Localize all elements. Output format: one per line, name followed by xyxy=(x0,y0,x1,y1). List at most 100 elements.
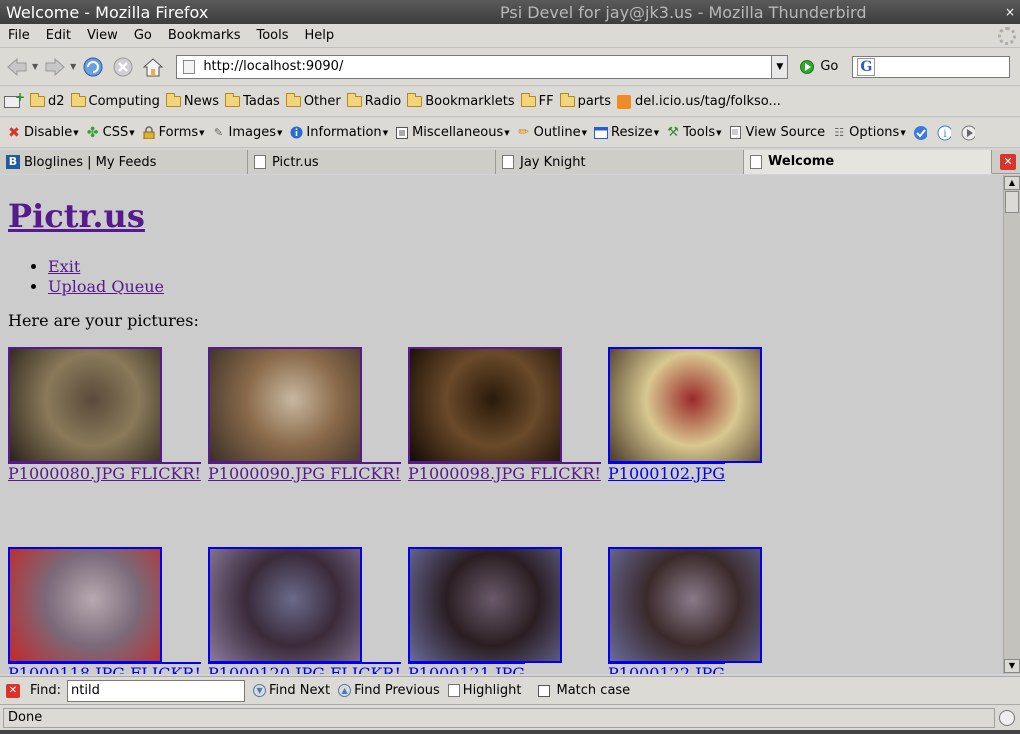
picture-item[interactable]: P1000121.JPG xyxy=(408,547,562,674)
close-find-bar-icon[interactable]: ✕ xyxy=(6,683,20,698)
webdev-forms-menu[interactable]: Forms ▼ xyxy=(142,125,205,140)
picture-thumbnail[interactable] xyxy=(208,347,362,463)
menu-bookmarks[interactable]: Bookmarks xyxy=(160,28,249,43)
tab-jay-knight[interactable]: Jay Knight xyxy=(496,150,744,174)
picture-thumbnail[interactable] xyxy=(408,547,562,663)
webdev-outline-menu[interactable]: ✏ Outline ▼ xyxy=(517,125,587,140)
upload-queue-link[interactable]: Upload Queue xyxy=(48,277,164,296)
menu-help[interactable]: Help xyxy=(297,28,343,43)
picture-caption-link[interactable]: P1000090.JPG FLICKR! xyxy=(208,462,401,483)
picture-thumbnail[interactable] xyxy=(208,547,362,663)
bookmark-folder-other[interactable]: Other xyxy=(285,93,341,109)
webdev-tools-menu[interactable]: ⚒ Tools ▼ xyxy=(666,125,721,140)
tab-bloglines[interactable]: B Bloglines | My Feeds xyxy=(0,150,248,174)
forward-history-dropdown-icon[interactable]: ▼ xyxy=(70,62,76,71)
find-previous-button[interactable]: ▲ Find Previous xyxy=(338,683,440,698)
reload-button[interactable] xyxy=(80,54,106,80)
bookmark-folder-ff[interactable]: FF xyxy=(520,93,554,109)
back-button[interactable] xyxy=(4,54,30,80)
picture-caption-link[interactable]: P1000118.JPG FLICKR! xyxy=(8,662,201,674)
bookmark-live-feed-delicious[interactable]: del.icio.us/tag/folkso... xyxy=(617,94,781,109)
webdev-miscellaneous-menu[interactable]: Miscellaneous ▼ xyxy=(395,125,510,140)
google-search-engine-icon[interactable]: G xyxy=(857,57,876,76)
find-next-button[interactable]: ▼ Find Next xyxy=(253,683,330,698)
folder-icon xyxy=(30,93,45,107)
picture-item[interactable]: P1000118.JPG FLICKR! xyxy=(8,547,201,674)
picture-caption-link[interactable]: P1000080.JPG FLICKR! xyxy=(8,462,201,483)
forward-arrow-icon xyxy=(45,57,65,76)
dropdown-arrow-icon: ▼ xyxy=(716,128,722,137)
resize-window-icon xyxy=(594,126,609,140)
picture-item[interactable]: P1000122.JPG xyxy=(608,547,762,674)
webdev-information-menu[interactable]: Information ▼ xyxy=(289,125,388,140)
match-case-option[interactable]: Match case xyxy=(530,683,630,698)
picture-thumbnail[interactable] xyxy=(408,347,562,463)
picture-caption-link[interactable]: P1000098.JPG FLICKR! xyxy=(408,462,601,483)
url-history-dropdown-icon[interactable]: ▼ xyxy=(772,54,789,79)
validate-check-button[interactable] xyxy=(913,125,930,140)
bookmark-folder-parts[interactable]: parts xyxy=(559,93,612,109)
menu-view[interactable]: View xyxy=(79,28,126,43)
scroll-down-arrow-icon[interactable]: ▼ xyxy=(1004,659,1020,673)
new-bookmark-icon[interactable] xyxy=(4,90,25,108)
window-close-icon[interactable]: × xyxy=(1000,2,1020,22)
tab-pictr[interactable]: Pictr.us xyxy=(248,150,496,174)
picture-item[interactable]: P1000102.JPG xyxy=(608,347,762,485)
picture-thumbnail[interactable] xyxy=(8,547,162,663)
webdev-disable-menu[interactable]: ✖ Disable ▼ xyxy=(7,125,79,141)
close-tab-icon[interactable]: ✕ xyxy=(1000,154,1016,170)
picture-item[interactable]: P1000120.JPG FLICKR! xyxy=(208,547,401,674)
highlight-button[interactable]: Highlight xyxy=(447,683,522,698)
webdev-resize-menu[interactable]: Resize ▼ xyxy=(594,125,659,140)
menu-go[interactable]: Go xyxy=(126,28,160,43)
stop-button[interactable] xyxy=(110,54,136,80)
menu-file[interactable]: File xyxy=(0,28,38,43)
picture-item[interactable]: P1000098.JPG FLICKR! xyxy=(408,347,601,485)
bookmark-label: del.icio.us/tag/folkso... xyxy=(635,94,781,109)
bookmark-folder-bookmarklets[interactable]: Bookmarklets xyxy=(407,93,515,109)
picture-thumbnail[interactable] xyxy=(608,347,762,463)
find-input[interactable] xyxy=(67,679,246,702)
picture-item[interactable]: P1000080.JPG FLICKR! xyxy=(8,347,201,485)
url-bar[interactable] xyxy=(176,54,773,79)
bookmark-folder-tadas[interactable]: Tadas xyxy=(225,93,280,109)
menu-tools[interactable]: Tools xyxy=(248,28,296,43)
picture-caption-link[interactable]: P1000121.JPG xyxy=(408,662,526,674)
menu-edit[interactable]: Edit xyxy=(38,28,79,43)
scrollbar-thumb[interactable] xyxy=(1005,191,1019,213)
play-button[interactable] xyxy=(961,125,978,140)
bookmark-folder-news[interactable]: News xyxy=(165,93,219,109)
picture-thumbnail[interactable] xyxy=(608,547,762,663)
url-input[interactable] xyxy=(203,59,772,74)
forward-button[interactable] xyxy=(42,54,68,80)
webdev-view-source-menu[interactable]: View Source xyxy=(729,125,825,140)
rss-icon xyxy=(617,94,632,109)
exit-link[interactable]: Exit xyxy=(48,257,80,276)
webdev-images-menu[interactable]: ✎ Images ▼ xyxy=(212,125,283,140)
back-history-dropdown-icon[interactable]: ▼ xyxy=(32,62,38,71)
scroll-up-arrow-icon[interactable]: ▲ xyxy=(1004,176,1020,190)
bookmark-label: parts xyxy=(577,94,612,109)
picture-caption-link[interactable]: P1000122.JPG xyxy=(608,662,726,674)
bookmark-folder-computing[interactable]: Computing xyxy=(70,93,160,109)
picture-thumbnail[interactable] xyxy=(8,347,162,463)
bookmark-folder-radio[interactable]: Radio xyxy=(346,93,401,109)
picture-caption-link[interactable]: P1000102.JPG xyxy=(608,462,726,483)
tab-welcome[interactable]: Welcome xyxy=(744,150,992,174)
background-window-title[interactable]: Psi Devel for jay@jk3.us - Mozilla Thund… xyxy=(500,3,1000,22)
webdev-css-menu[interactable]: ✤ CSS ▼ xyxy=(86,125,135,141)
info-button[interactable]: i xyxy=(937,125,954,140)
folder-icon xyxy=(407,93,423,107)
vertical-scrollbar[interactable]: ▲ ▼ xyxy=(1003,175,1020,674)
match-case-checkbox[interactable] xyxy=(537,684,550,697)
site-title-link[interactable]: Pictr.us xyxy=(8,197,145,235)
picture-caption-link[interactable]: P1000120.JPG FLICKR! xyxy=(208,662,401,674)
checkmark-icon xyxy=(913,125,927,140)
picture-item[interactable]: P1000090.JPG FLICKR! xyxy=(208,347,401,485)
home-button[interactable] xyxy=(140,54,166,80)
menu-bar: File Edit View Go Bookmarks Tools Help xyxy=(0,24,1020,48)
go-button[interactable]: Go xyxy=(800,59,838,74)
bookmark-folder-d2[interactable]: d2 xyxy=(30,93,65,109)
webdev-options-menu[interactable]: ☷ Options ▼ xyxy=(832,125,906,140)
search-box[interactable]: G xyxy=(852,55,1011,78)
